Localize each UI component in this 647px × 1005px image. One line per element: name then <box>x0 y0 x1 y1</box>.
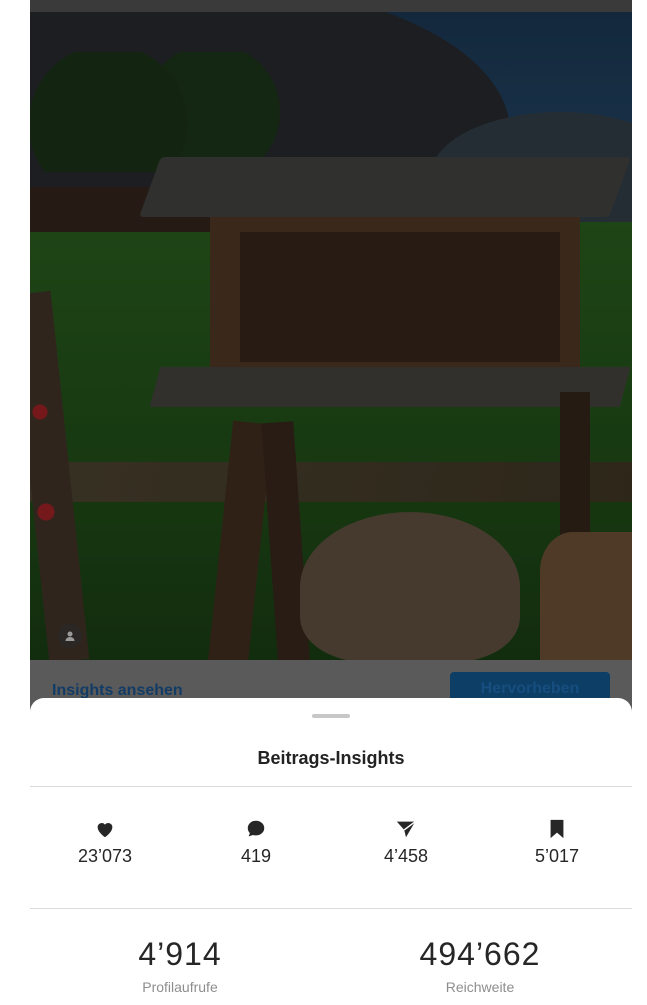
reach-stat: 494’662 Reichweite <box>360 936 600 995</box>
saves-count: 5’017 <box>534 846 580 866</box>
sheet-title: Beitrags-Insights <box>257 748 405 768</box>
bookmark-icon <box>550 819 564 839</box>
profile-visits-stat: 4’914 Profilaufrufe <box>60 936 300 995</box>
reach-value: 494’662 <box>419 936 541 972</box>
engagement-stats: 23’073 419 4’458 5’017 <box>30 818 632 888</box>
divider <box>30 908 632 909</box>
share-icon <box>396 821 416 838</box>
status-bar <box>30 0 632 12</box>
post-photo[interactable] <box>30 12 632 660</box>
divider <box>30 786 632 787</box>
shares-stat: 4’458 <box>336 818 476 867</box>
likes-stat: 23’073 <box>35 818 175 867</box>
tag-people-icon[interactable] <box>58 624 82 648</box>
reach-stats: 4’914 Profilaufrufe 494’662 Reichweite <box>30 936 632 1005</box>
comments-stat: 419 <box>186 818 326 867</box>
phone-screen: Insights ansehen Hervorheben Beitrags-In… <box>30 0 632 1005</box>
sheet-drag-handle[interactable] <box>312 714 350 718</box>
heart-icon <box>97 823 113 838</box>
photo-dim-overlay <box>30 12 632 660</box>
profile-visits-value: 4’914 <box>138 936 222 972</box>
comments-count: 419 <box>240 846 272 866</box>
likes-count: 23’073 <box>77 846 133 866</box>
comment-icon <box>247 820 265 837</box>
reach-label: Reichweite <box>445 979 515 995</box>
profile-visits-label: Profilaufrufe <box>142 979 218 995</box>
saves-stat: 5’017 <box>487 818 627 867</box>
post-insights-sheet: Beitrags-Insights 23’073 419 4’458 5’017… <box>30 698 632 1005</box>
shares-count: 4’458 <box>383 846 429 866</box>
